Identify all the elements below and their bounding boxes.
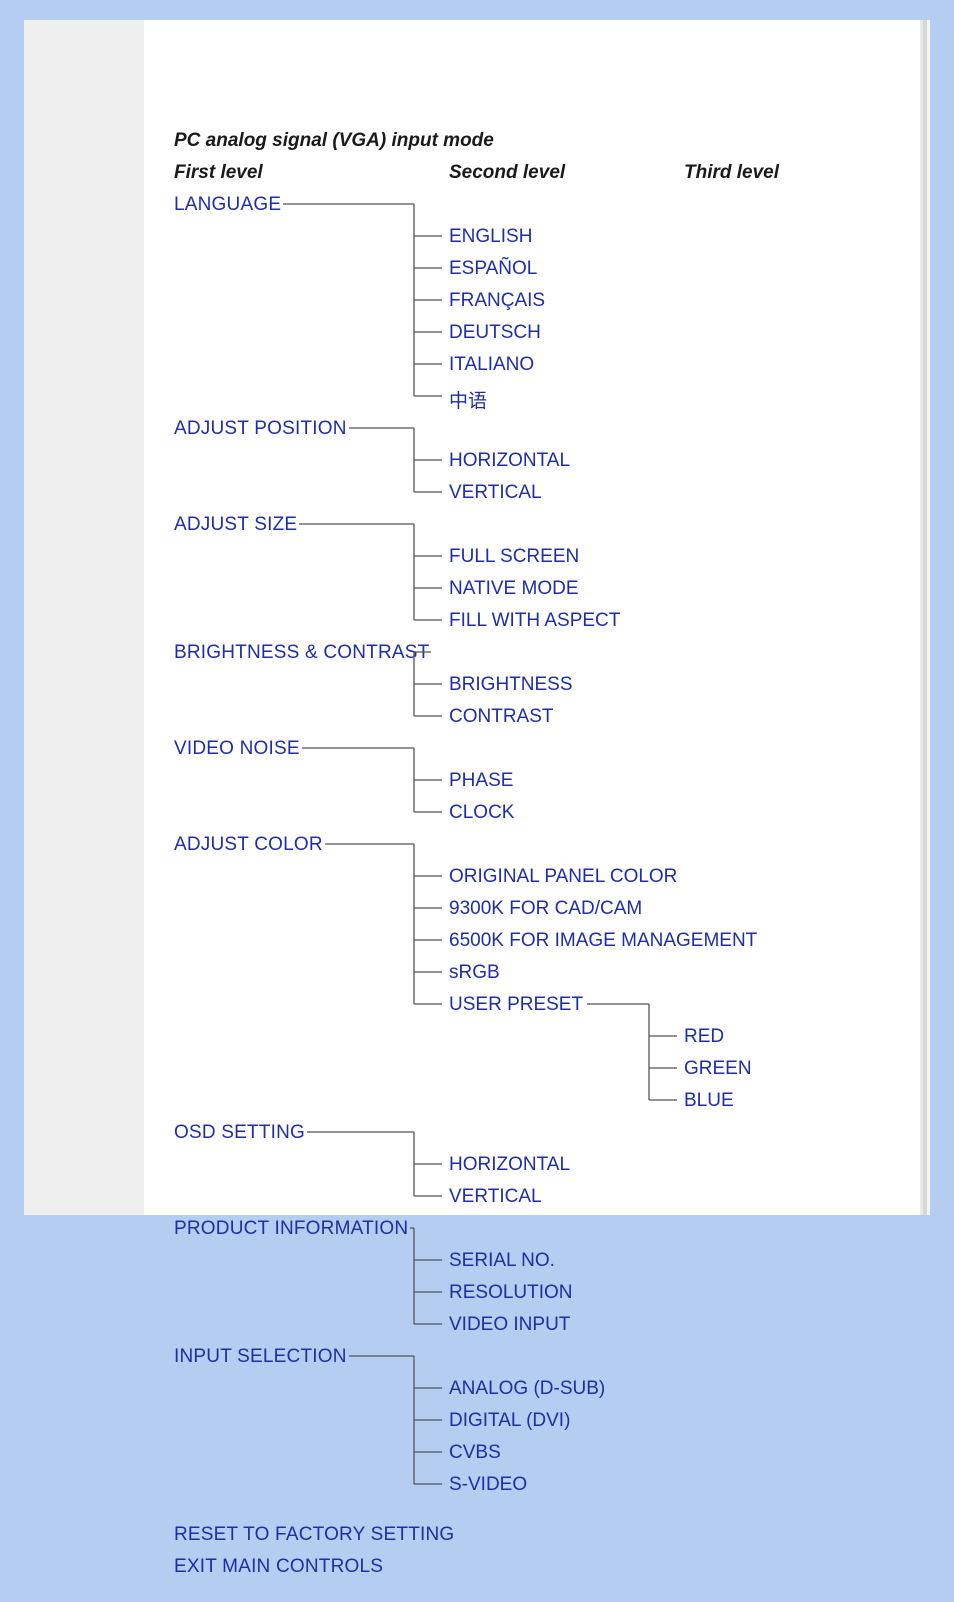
column-headers: First level Second level Third level	[174, 158, 900, 190]
level1-item: LANGUAGE	[174, 194, 281, 216]
level2-item: 中语	[449, 386, 487, 413]
menu-row: SERIAL NO.	[174, 1246, 900, 1278]
header-third-level: Third level	[684, 162, 779, 184]
level2-item: 9300K FOR CAD/CAM	[449, 898, 642, 920]
section-title: PC analog signal (VGA) input mode	[174, 130, 900, 152]
menu-row: FRANÇAIS	[174, 286, 900, 318]
level2-item: RESOLUTION	[449, 1282, 573, 1304]
level2-item: FULL SCREEN	[449, 546, 579, 568]
level2-item: SERIAL NO.	[449, 1250, 555, 1272]
level2-item: USER PRESET	[449, 994, 583, 1016]
level2-item: DIGITAL (DVI)	[449, 1410, 570, 1432]
left-gutter	[24, 20, 144, 1215]
level1-item: PRODUCT INFORMATION	[174, 1218, 408, 1240]
menu-row: PRODUCT INFORMATION	[174, 1214, 900, 1246]
menu-row: DEUTSCH	[174, 318, 900, 350]
menu-row: FULL SCREEN	[174, 542, 900, 574]
level2-item: CVBS	[449, 1442, 501, 1464]
menu-row: 6500K FOR IMAGE MANAGEMENT	[174, 926, 900, 958]
level2-item: NATIVE MODE	[449, 578, 579, 600]
menu-row: VERTICAL	[174, 478, 900, 510]
menu-row: OSD SETTING	[174, 1118, 900, 1150]
level1-item: ADJUST POSITION	[174, 418, 347, 440]
header-second-level: Second level	[449, 162, 565, 184]
menu-row: ADJUST COLOR	[174, 830, 900, 862]
menu-row: S-VIDEO	[174, 1470, 900, 1502]
level2-item: VIDEO INPUT	[449, 1314, 570, 1336]
menu-row: 中语	[174, 382, 900, 414]
menu-row: LANGUAGE	[174, 190, 900, 222]
level2-item: ESPAÑOL	[449, 258, 537, 280]
level2-item: VERTICAL	[449, 482, 542, 504]
menu-row: RED	[174, 1022, 900, 1054]
document-page: PC analog signal (VGA) input mode First …	[24, 20, 930, 1215]
content-area: PC analog signal (VGA) input mode First …	[174, 130, 900, 1566]
menu-row: HORIZONTAL	[174, 1150, 900, 1182]
level1-item: OSD SETTING	[174, 1122, 305, 1144]
menu-row: RESOLUTION	[174, 1278, 900, 1310]
menu-row: INPUT SELECTION	[174, 1342, 900, 1374]
menu-row: NATIVE MODE	[174, 574, 900, 606]
level1-item: INPUT SELECTION	[174, 1346, 347, 1368]
level2-item: DEUTSCH	[449, 322, 541, 344]
level2-item: PHASE	[449, 770, 513, 792]
menu-row: ESPAÑOL	[174, 254, 900, 286]
menu-row: ENGLISH	[174, 222, 900, 254]
menu-row: PHASE	[174, 766, 900, 798]
level3-item: GREEN	[684, 1058, 752, 1080]
menu-tree: LANGUAGE ENGLISH ESPAÑOL FRANÇAIS DEUTSCH ITA…	[174, 190, 900, 1566]
menu-row: FILL WITH ASPECT	[174, 606, 900, 638]
menu-row: USER PRESET	[174, 990, 900, 1022]
menu-row: CONTRAST	[174, 702, 900, 734]
menu-row: RESET TO FACTORY SETTING	[174, 1520, 900, 1552]
level2-item: ITALIANO	[449, 354, 534, 376]
level2-item: FILL WITH ASPECT	[449, 610, 620, 632]
menu-row: CVBS	[174, 1438, 900, 1470]
level3-item: RED	[684, 1026, 724, 1048]
menu-row: HORIZONTAL	[174, 446, 900, 478]
level2-item: CONTRAST	[449, 706, 554, 728]
menu-row: sRGB	[174, 958, 900, 990]
menu-row: VIDEO NOISE	[174, 734, 900, 766]
level1-item: BRIGHTNESS & CONTRAST	[174, 642, 429, 664]
level2-item: VERTICAL	[449, 1186, 542, 1208]
level1-item: ADJUST COLOR	[174, 834, 323, 856]
page-right-edge	[920, 20, 930, 1215]
menu-row: BRIGHTNESS	[174, 670, 900, 702]
level2-item: 6500K FOR IMAGE MANAGEMENT	[449, 930, 757, 952]
menu-row: DIGITAL (DVI)	[174, 1406, 900, 1438]
level1-item: ADJUST SIZE	[174, 514, 297, 536]
menu-row: VERTICAL	[174, 1182, 900, 1214]
menu-row: EXIT MAIN CONTROLS	[174, 1552, 900, 1584]
menu-row: ITALIANO	[174, 350, 900, 382]
level2-item: ORIGINAL PANEL COLOR	[449, 866, 677, 888]
level1-item: VIDEO NOISE	[174, 738, 300, 760]
level1-item: RESET TO FACTORY SETTING	[174, 1524, 454, 1546]
menu-row: GREEN	[174, 1054, 900, 1086]
level1-item: EXIT MAIN CONTROLS	[174, 1556, 383, 1578]
level2-item: BRIGHTNESS	[449, 674, 573, 696]
menu-row: ADJUST SIZE	[174, 510, 900, 542]
level2-item: ENGLISH	[449, 226, 532, 248]
level2-item: ANALOG (D-SUB)	[449, 1378, 605, 1400]
level2-item: HORIZONTAL	[449, 450, 570, 472]
level2-item: HORIZONTAL	[449, 1154, 570, 1176]
menu-row: ORIGINAL PANEL COLOR	[174, 862, 900, 894]
menu-row: BLUE	[174, 1086, 900, 1118]
level2-item: CLOCK	[449, 802, 514, 824]
level2-item: sRGB	[449, 962, 500, 984]
menu-row: VIDEO INPUT	[174, 1310, 900, 1342]
menu-row: ANALOG (D-SUB)	[174, 1374, 900, 1406]
menu-row: ADJUST POSITION	[174, 414, 900, 446]
level2-item: FRANÇAIS	[449, 290, 545, 312]
menu-row: 9300K FOR CAD/CAM	[174, 894, 900, 926]
level2-item: S-VIDEO	[449, 1474, 527, 1496]
header-first-level: First level	[174, 162, 263, 184]
menu-row: BRIGHTNESS & CONTRAST	[174, 638, 900, 670]
level3-item: BLUE	[684, 1090, 734, 1112]
menu-row: CLOCK	[174, 798, 900, 830]
